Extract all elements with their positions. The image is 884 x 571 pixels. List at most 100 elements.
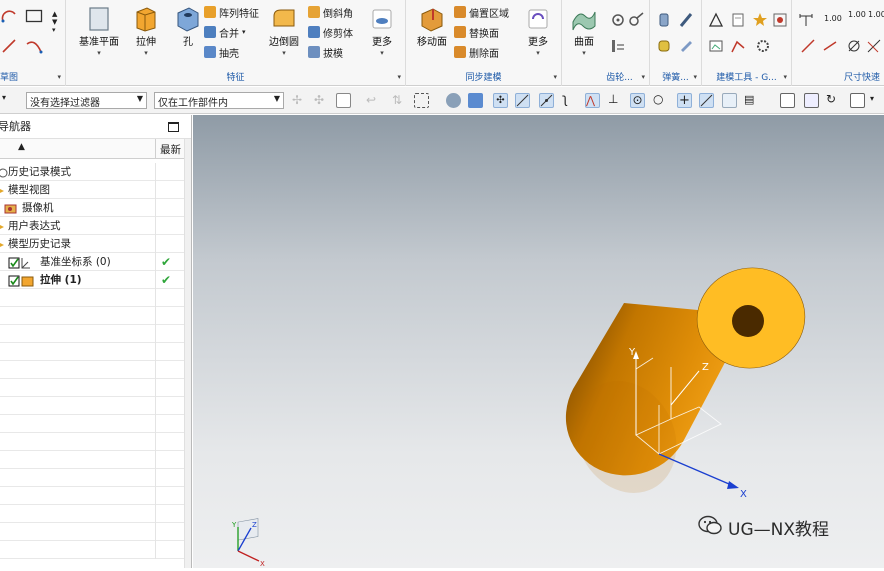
snap-center-icon[interactable]: ⊙ (630, 93, 645, 108)
dimension-value-2[interactable]: 1.00 (848, 10, 866, 19)
arc-length-icon[interactable] (866, 38, 882, 54)
snap-bounded-icon[interactable]: ▤ (744, 93, 759, 108)
sketch-more-arrow[interactable]: ▲ ▼ ▾ (52, 10, 57, 34)
trim-body-button[interactable]: 修剪体 (308, 24, 353, 40)
snap-perpendicular-icon[interactable]: ⊥ (608, 93, 623, 108)
navigator-empty-row (0, 325, 184, 343)
snap-existing-point-icon[interactable]: + (677, 93, 692, 108)
gear-tool-icon[interactable] (610, 12, 626, 28)
navigator-row[interactable]: 基准坐标系 (0) ✔ (0, 253, 184, 271)
star-edit-icon[interactable] (752, 12, 768, 28)
dimension-value-1[interactable]: 1.00 (824, 14, 842, 23)
group-menu-arrow[interactable]: ▾ (641, 73, 645, 81)
maximize-icon[interactable] (168, 122, 179, 132)
group-menu-arrow[interactable]: ▾ (397, 73, 401, 81)
navigator-row[interactable]: 模型视图 (0, 181, 184, 199)
gear-settings-icon[interactable] (754, 38, 770, 54)
filter-disabled-icon-2[interactable]: ✣ (314, 93, 329, 108)
grid-tool-icon[interactable] (772, 12, 788, 28)
line-icon[interactable] (1, 38, 17, 54)
document-icon[interactable] (730, 12, 746, 28)
replace-face-button[interactable]: 替换面 (454, 24, 499, 40)
select-feature-icon[interactable] (336, 93, 351, 108)
image-tool-icon[interactable] (708, 38, 724, 54)
rotate-icon[interactable]: ↻ (826, 93, 841, 108)
delete-face-button[interactable]: 删除面 (454, 44, 499, 60)
unite-button[interactable]: 合并 ▾ (204, 24, 246, 40)
group-menu-arrow[interactable]: ▾ (783, 73, 787, 81)
selection-filter-combo[interactable]: 没有选择过滤器 ▼ (26, 92, 147, 109)
filter-disabled-icon-4[interactable]: ⇅ (392, 93, 407, 108)
snap-intersection-icon[interactable]: ⋀ (585, 93, 600, 108)
snap-midpoint-icon[interactable] (539, 93, 554, 108)
spring-cylinder-icon[interactable] (656, 12, 672, 28)
chamfer-button[interactable]: 倒斜角 (308, 4, 353, 20)
studio-spline-icon[interactable] (25, 38, 43, 54)
gear-edit-icon[interactable] (628, 12, 644, 28)
view-zoom-icon[interactable] (804, 93, 819, 108)
cube-icon[interactable] (468, 93, 483, 108)
feature-more-button[interactable]: 更多 ▾ (364, 4, 400, 64)
spring-coil-icon[interactable] (656, 38, 672, 54)
render-style-arrow[interactable]: ▾ (870, 94, 874, 103)
filter-disabled-icon-3[interactable]: ↩ (366, 93, 381, 108)
snap-endpoint-icon[interactable] (515, 93, 530, 108)
pattern-feature-button[interactable]: 阵列特征 (204, 4, 259, 20)
group-menu-arrow[interactable]: ▾ (57, 73, 61, 81)
column-latest-header[interactable]: 最新 (160, 142, 181, 157)
snap-quadrant-icon[interactable]: ○ (653, 93, 668, 108)
draft-button[interactable]: 拔模 (308, 44, 343, 60)
navigator-row[interactable]: 模型历史记录 (0, 235, 184, 253)
model-view[interactable]: Y Z X Y Z X (193, 115, 884, 568)
sync-more-button[interactable]: 更多 ▾ (520, 4, 556, 64)
dimension-value-3[interactable]: 1.00 (868, 10, 884, 19)
snap-curve-icon[interactable]: ʅ (562, 93, 577, 108)
ribbon-group-quick-dimension: 1.00 1.00 1.00 尺寸快速 (792, 0, 884, 86)
navigator-row[interactable]: 摄像机 (0, 199, 184, 217)
navigator-empty-row (0, 451, 184, 469)
radius-dimension-icon[interactable] (822, 38, 838, 54)
navigator-row-label: 模型历史记录 (8, 238, 71, 250)
dimension-icon[interactable] (798, 12, 814, 28)
snap-surface-icon[interactable] (722, 93, 737, 108)
snap-point-icon[interactable]: ✣ (493, 93, 508, 108)
move-face-button[interactable]: 移动面 (412, 4, 452, 64)
view-fit-icon[interactable] (780, 93, 795, 108)
angle-dimension-icon[interactable] (800, 38, 816, 54)
edge-blend-button[interactable]: 边倒圆 ▾ (264, 4, 304, 64)
snap-on-curve-icon[interactable] (699, 93, 714, 108)
rectangle-icon[interactable] (25, 8, 43, 24)
rectangle-select-icon[interactable] (414, 93, 429, 108)
toolbar-menu-arrow[interactable]: ▾ (2, 93, 6, 102)
navigator-scrollbar[interactable] (184, 139, 191, 568)
spring-edit-icon[interactable] (678, 38, 694, 54)
navigator-row[interactable]: 历史记录模式 (0, 163, 184, 181)
ribbon-group-label-feature: 特征 (226, 73, 245, 83)
sketch-tool-icon[interactable] (730, 38, 746, 54)
solid-body-icon[interactable] (446, 93, 461, 108)
cylinder-hole[interactable] (732, 305, 764, 337)
replace-face-icon (454, 26, 466, 38)
spring-pen-icon[interactable] (678, 12, 694, 28)
diameter-icon[interactable] (846, 38, 862, 54)
group-menu-arrow[interactable]: ▾ (693, 73, 697, 81)
offset-region-button[interactable]: 偏置区域 (454, 4, 509, 20)
filter-disabled-icon-1[interactable]: ✢ (292, 93, 307, 108)
sort-ascending-icon[interactable]: ▲ (18, 142, 25, 152)
selection-scope-combo[interactable]: 仅在工作部件内 ▼ (154, 92, 284, 109)
shell-button[interactable]: 抽壳 (204, 44, 239, 60)
navigator-empty-row (0, 541, 184, 559)
gear-info-icon[interactable] (610, 38, 626, 54)
render-style-icon[interactable] (850, 93, 865, 108)
extrude-button[interactable]: 拉伸 ▾ (124, 4, 168, 64)
navigator-row[interactable]: 用户表达式 (0, 217, 184, 235)
navigator-row[interactable]: 拉伸 (1) ✔ (0, 271, 184, 289)
triangle-icon[interactable] (708, 12, 724, 28)
graphics-window[interactable]: Y Z X Y Z X (193, 115, 884, 568)
navigator-empty-row (0, 415, 184, 433)
group-menu-arrow[interactable]: ▾ (553, 73, 557, 81)
arc-icon[interactable] (1, 8, 17, 24)
ribbon-group-sketch: ▲ ▼ ▾ 草图 ▾ (0, 0, 66, 86)
surface-button[interactable]: 曲面 ▾ (564, 4, 604, 64)
datum-plane-button[interactable]: 基准平面 ▾ (76, 4, 122, 64)
